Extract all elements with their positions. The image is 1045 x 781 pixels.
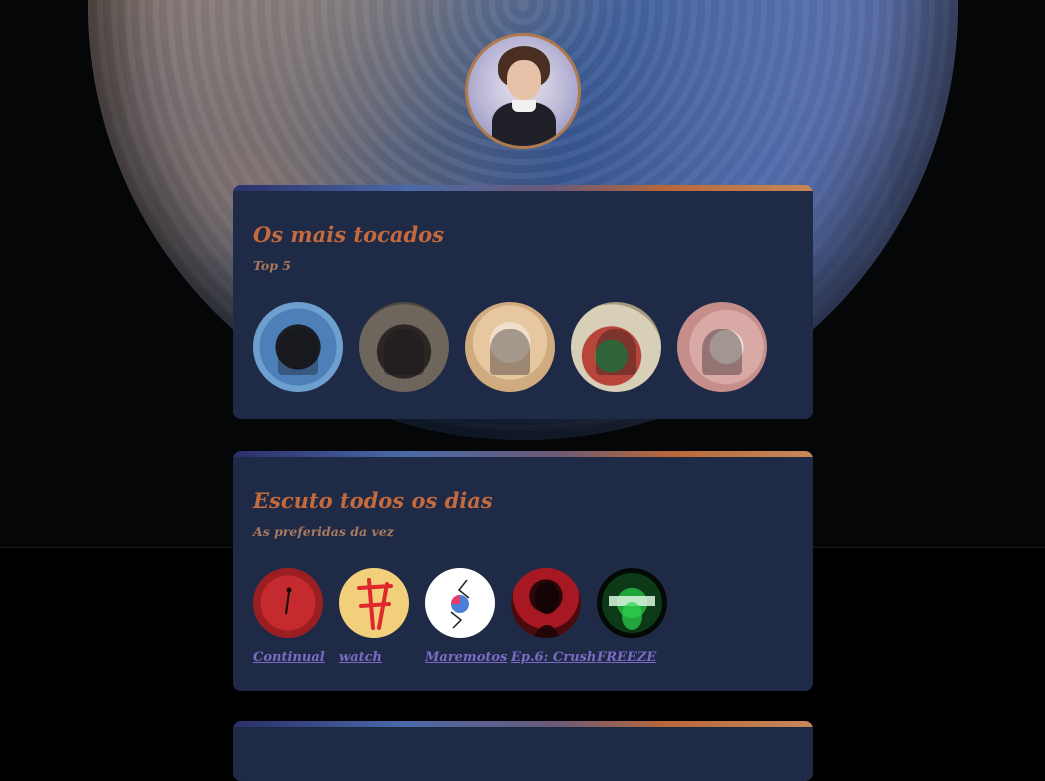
song-item[interactable]: watch [339,568,411,665]
daily-subtitle: As preferidas da vez [253,524,394,539]
daily-title: Escuto todos os dias [253,488,493,513]
song-link[interactable]: Ep.6: Crush [511,650,596,665]
cover-art-icon [533,582,561,638]
album-cover[interactable] [425,568,495,638]
artist-figure [490,329,530,375]
song-link[interactable]: Maremotos [425,650,507,665]
artist-figure [278,329,318,375]
cover-art-icon [357,578,393,630]
artist-figure [702,329,742,375]
artist-photo-4[interactable] [571,302,661,392]
song-item[interactable]: Maremotos [425,568,507,665]
album-cover[interactable] [339,568,409,638]
artist-photo-3[interactable] [465,302,555,392]
card-accent-bar [233,451,813,457]
cover-art-icon [609,596,655,630]
avatar-collar [512,100,536,112]
top-played-subtitle: Top 5 [253,258,291,273]
cover-art-icon [450,579,470,629]
avatar-face [507,60,541,100]
top-played-title: Os mais tocados [253,222,444,247]
cover-art-icon [285,587,292,615]
song-link[interactable]: watch [339,650,382,665]
artist-figure [596,329,636,375]
card-accent-bar [233,721,813,727]
top-played-card: Os mais tocados Top 5 [233,185,813,419]
artist-photo-5[interactable] [677,302,767,392]
artist-photo-1[interactable] [253,302,343,392]
album-cover[interactable] [511,568,581,638]
artist-photo-2[interactable] [359,302,449,392]
album-cover[interactable] [253,568,323,638]
song-item[interactable]: FREEZE [597,568,669,665]
song-link[interactable]: FREEZE [597,650,656,665]
next-section-card [233,721,813,781]
song-item[interactable]: Ep.6: Crush [511,568,596,665]
album-cover[interactable] [597,568,667,638]
profile-avatar[interactable] [465,33,581,149]
artist-figure [384,329,424,375]
card-accent-bar [233,185,813,191]
daily-songs-card: Escuto todos os dias As preferidas da ve… [233,451,813,691]
song-link[interactable]: Continual [253,650,325,665]
song-item[interactable]: Continual [253,568,325,665]
